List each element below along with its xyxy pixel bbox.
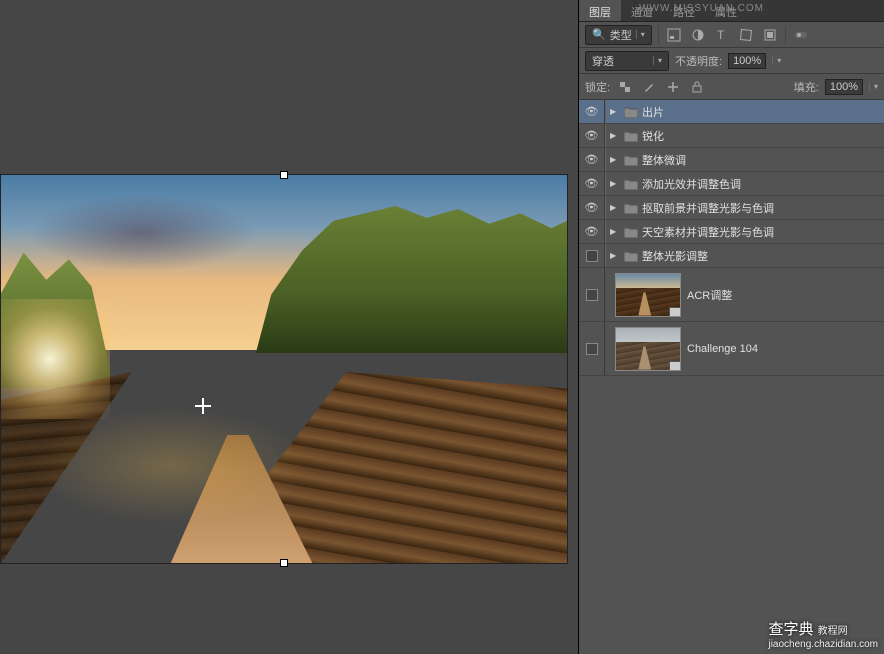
canvas-area	[0, 0, 578, 654]
layer-group[interactable]: 👁 ▶ 出片	[579, 100, 884, 124]
blend-mode-row: 穿透 ▾ 不透明度: 100% ▾	[579, 48, 884, 74]
filter-toggle-icon[interactable]	[792, 26, 810, 44]
layer-name-label: Challenge 104	[687, 343, 758, 355]
folder-icon	[624, 202, 638, 214]
chevron-down-icon: ▾	[653, 56, 662, 65]
folder-icon	[624, 250, 638, 262]
layer-group[interactable]: 👁 ▶ 添加光效并调整色调	[579, 172, 884, 196]
layers-panel: WWW.MISSYUAN.COM 图层 通道 路径 属性 🔍 类型 ▾ T 穿透…	[578, 0, 884, 654]
blend-mode-value: 穿透	[592, 53, 614, 69]
filter-adjustment-icon[interactable]	[689, 26, 707, 44]
layer-name-label: 抠取前景并调整光影与色调	[642, 200, 774, 216]
smartobject-badge-icon	[669, 307, 681, 317]
filter-shape-icon[interactable]	[737, 26, 755, 44]
tab-layers[interactable]: 图层	[579, 0, 621, 21]
layer-name-label: 整体光影调整	[642, 248, 708, 264]
watermark-top: WWW.MISSYUAN.COM	[639, 3, 764, 14]
blend-mode-dropdown[interactable]: 穿透 ▾	[585, 51, 669, 71]
visibility-eye-icon[interactable]: 👁	[585, 129, 599, 142]
layer-group[interactable]: 👁 ▶ 整体微调	[579, 148, 884, 172]
layer-group[interactable]: 👁 ▶ 锐化	[579, 124, 884, 148]
fill-value[interactable]: 100%	[825, 79, 863, 95]
folder-icon	[624, 226, 638, 238]
layer-group[interactable]: 👁 ▶ 天空素材并调整光影与色调	[579, 220, 884, 244]
visibility-eye-icon[interactable]: 👁	[585, 105, 599, 118]
fill-label: 填充:	[794, 79, 819, 95]
folder-icon	[624, 106, 638, 118]
watermark-url: jiaocheng.chazidian.com	[768, 639, 878, 650]
folder-icon	[624, 130, 638, 142]
svg-text:T: T	[717, 28, 725, 42]
visibility-eye-icon[interactable]: 👁	[585, 225, 599, 238]
visibility-toggle-empty[interactable]	[586, 343, 598, 355]
layer-name-label: 锐化	[642, 128, 664, 144]
transform-handle-top[interactable]	[280, 171, 288, 179]
lock-position-icon[interactable]	[664, 78, 682, 96]
lock-transparent-icon[interactable]	[616, 78, 634, 96]
disclosure-triangle-icon[interactable]: ▶	[610, 131, 620, 140]
layer-name-label: ACR调整	[687, 287, 732, 303]
layer-item[interactable]: ACR调整	[579, 268, 884, 322]
layer-thumbnail[interactable]	[615, 327, 681, 371]
layer-name-label: 添加光效并调整色调	[642, 176, 741, 192]
disclosure-triangle-icon[interactable]: ▶	[610, 203, 620, 212]
chevron-down-icon[interactable]: ▾	[869, 82, 878, 91]
layer-thumbnail[interactable]	[615, 273, 681, 317]
watermark-sub: 教程网	[818, 626, 848, 637]
chevron-down-icon[interactable]: ▾	[772, 56, 781, 65]
lock-paint-icon[interactable]	[640, 78, 658, 96]
filter-smartobject-icon[interactable]	[761, 26, 779, 44]
layer-group[interactable]: ▶ 整体光影调整	[579, 244, 884, 268]
transform-handle-bottom[interactable]	[280, 559, 288, 567]
disclosure-triangle-icon[interactable]: ▶	[610, 251, 620, 260]
lock-all-icon[interactable]	[688, 78, 706, 96]
filter-pixel-icon[interactable]	[665, 26, 683, 44]
disclosure-triangle-icon[interactable]: ▶	[610, 155, 620, 164]
watermark-main: 查字典	[768, 621, 813, 638]
disclosure-triangle-icon[interactable]: ▶	[610, 107, 620, 116]
layer-name-label: 天空素材并调整光影与色调	[642, 224, 774, 240]
folder-icon	[624, 178, 638, 190]
smartobject-badge-icon	[669, 361, 681, 371]
layer-name-label: 出片	[642, 104, 664, 120]
lock-label: 锁定:	[585, 79, 610, 95]
opacity-label: 不透明度:	[675, 53, 722, 69]
search-icon: 🔍	[592, 28, 606, 41]
visibility-toggle-empty[interactable]	[586, 289, 598, 301]
filter-kind-label: 类型	[610, 27, 632, 43]
chevron-down-icon: ▾	[636, 30, 645, 39]
watermark: 查字典 教程网 jiaocheng.chazidian.com	[768, 618, 878, 650]
canvas-image-container[interactable]	[0, 174, 568, 564]
lock-row: 锁定: 填充: 100% ▾	[579, 74, 884, 100]
main-image	[1, 175, 567, 563]
visibility-eye-icon[interactable]: 👁	[585, 177, 599, 190]
opacity-value[interactable]: 100%	[728, 53, 766, 69]
visibility-eye-icon[interactable]: 👁	[585, 201, 599, 214]
layer-name-label: 整体微调	[642, 152, 686, 168]
visibility-eye-icon[interactable]: 👁	[585, 153, 599, 166]
layer-group[interactable]: 👁 ▶ 抠取前景并调整光影与色调	[579, 196, 884, 220]
disclosure-triangle-icon[interactable]: ▶	[610, 227, 620, 236]
layer-filter-row: 🔍 类型 ▾ T	[579, 22, 884, 48]
filter-kind-dropdown[interactable]: 🔍 类型 ▾	[585, 25, 652, 45]
disclosure-triangle-icon[interactable]: ▶	[610, 179, 620, 188]
layer-item[interactable]: Challenge 104	[579, 322, 884, 376]
filter-type-icon[interactable]: T	[713, 26, 731, 44]
center-crosshair[interactable]	[195, 398, 211, 414]
folder-icon	[624, 154, 638, 166]
layer-list: 👁 ▶ 出片 👁 ▶ 锐化 👁 ▶ 整体微调 👁	[579, 100, 884, 376]
visibility-toggle-empty[interactable]	[586, 250, 598, 262]
